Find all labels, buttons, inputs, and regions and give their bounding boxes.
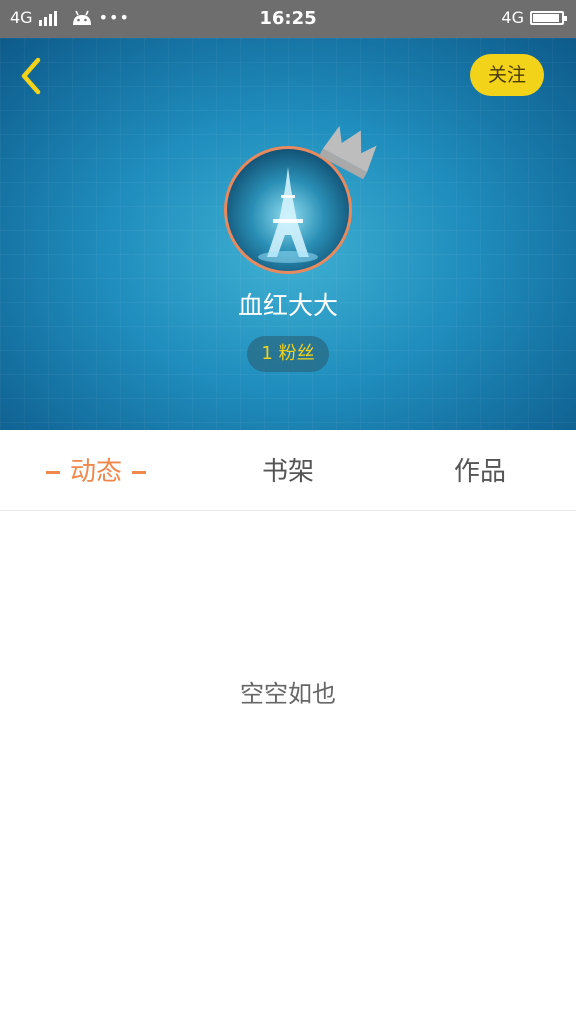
status-bar: 4G ••• 16:25 4G [0, 0, 576, 38]
network-type-right: 4G [501, 8, 524, 27]
tab-works-label: 作品 [453, 457, 506, 487]
battery-level [533, 13, 559, 22]
status-time: 16:25 [259, 8, 317, 29]
profile-header: 关注 血红大大 1 粉丝 [0, 38, 576, 430]
back-arrow-icon [21, 57, 41, 95]
tab-active-indicator-left [45, 471, 60, 474]
tab-bookshelf-label: 书架 [261, 457, 314, 487]
tab-activity[interactable]: 动态 [0, 430, 192, 510]
tab-works[interactable]: 作品 [384, 430, 576, 510]
fans-count-badge[interactable]: 1 粉丝 [247, 336, 329, 372]
tab-bookshelf[interactable]: 书架 [192, 430, 384, 510]
tab-active-indicator-right [132, 471, 146, 474]
username: 血红大大 [237, 291, 338, 320]
crown-icon [319, 125, 377, 180]
tab-bar: 动态 书架 作品 [0, 430, 576, 511]
follow-button[interactable]: 关注 [470, 54, 544, 96]
empty-state-message: 空空如也 [240, 680, 336, 708]
profile-screen: 4G ••• 16:25 4G 关注 血红大大 1 粉丝 动态 书架 作品 空空… [0, 0, 576, 1024]
back-button[interactable] [14, 56, 50, 96]
battery-icon [530, 10, 567, 25]
tab-activity-label: 动态 [69, 457, 122, 487]
status-right: 4G [501, 8, 567, 27]
